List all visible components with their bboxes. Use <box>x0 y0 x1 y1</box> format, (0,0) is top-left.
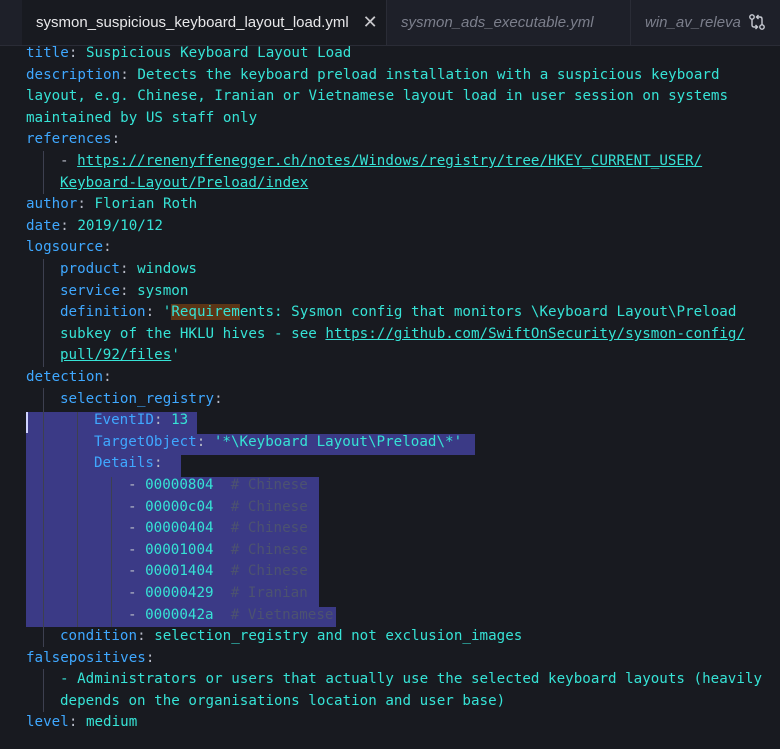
github-link[interactable]: https://github.com/SwiftOnSecurity/sysmo… <box>325 326 745 342</box>
code-line-detail-item: - 00000804 # Chinese <box>128 477 308 493</box>
code-line-targetobject: TargetObject: '*\Keyboard Layout\Preload… <box>94 434 463 450</box>
indent-guide <box>43 151 44 194</box>
indent-guide <box>43 259 44 367</box>
tab-label: sysmon_ads_executable.yml <box>401 14 594 31</box>
tab-label: win_av_releva <box>645 14 741 31</box>
code-line-detail-item: - 00001404 # Chinese <box>128 563 308 579</box>
code-line-definition-cont: subkey of the HKLU hives - see https://g… <box>60 326 745 342</box>
code-line-falsepositive-cont: depends on the organisations location an… <box>60 693 506 709</box>
code-editor[interactable]: title: Suspicious Keyboard Layout Load d… <box>0 45 780 749</box>
code-line-falsepositives: falsepositives: <box>26 650 155 666</box>
code-line-reference-link: - https://renenyffenegger.ch/notes/Windo… <box>60 153 703 169</box>
github-link[interactable]: pull/92/files <box>60 347 171 363</box>
search-match-highlight: Requirem <box>171 304 240 320</box>
code-line-author: author: Florian Roth <box>26 196 198 212</box>
tab-bar: sysmon_suspicious_keyboard_layout_load.y… <box>0 0 780 46</box>
code-line-reference-link-cont: Keyboard-Layout/Preload/index <box>60 173 308 195</box>
code-line-detail-item: - 00001004 # Chinese <box>128 542 308 558</box>
code-line-falsepositive-item: - Administrators or users that actually … <box>60 671 763 687</box>
code-line-title: title: Suspicious Keyboard Layout Load <box>26 45 352 61</box>
code-line-selection-registry: selection_registry: <box>60 391 223 407</box>
tab-sysmon-ads-executable[interactable]: sysmon_ads_executable.yml <box>387 0 630 45</box>
code-line-eventid: EventID: 13 <box>94 412 189 428</box>
code-line-detail-item: - 00000429 # Iranian <box>128 585 308 601</box>
code-line-detail-item: - 0000042a # Vietnamese <box>128 607 334 623</box>
close-icon[interactable]: ✕ <box>363 12 378 33</box>
tab-win-av-relevant[interactable]: win_av_releva <box>631 0 742 45</box>
code-line-product: product: windows <box>60 261 197 277</box>
code-line-references: references: <box>26 131 121 147</box>
tab-sysmon-suspicious-keyboard-layout-load[interactable]: sysmon_suspicious_keyboard_layout_load.y… <box>22 0 386 45</box>
indent-guide <box>43 669 44 712</box>
code-line-detail-item: - 00000404 # Chinese <box>128 520 308 536</box>
reference-link[interactable]: https://renenyffenegger.ch/notes/Windows… <box>77 153 702 169</box>
reference-link[interactable]: Keyboard-Layout/Preload/index <box>60 175 308 191</box>
compare-changes-icon[interactable] <box>746 11 768 33</box>
code-line-condition: condition: selection_registry and not ex… <box>60 628 523 644</box>
code-line-detection: detection: <box>26 369 112 385</box>
code-line-definition: definition: 'Requirements: Sysmon config… <box>60 304 737 320</box>
indent-guide <box>77 412 78 627</box>
tab-label: sysmon_suspicious_keyboard_layout_load.y… <box>36 14 349 31</box>
indent-guide <box>43 388 44 647</box>
code-line-service: service: sysmon <box>60 283 189 299</box>
code-line-description-cont: layout, e.g. Chinese, Iranian or Vietnam… <box>26 88 729 104</box>
code-line-definition-cont: pull/92/files' <box>60 347 180 363</box>
code-line-details: Details: <box>94 455 163 471</box>
code-line-date: date: 2019/10/12 <box>26 218 163 234</box>
code-line-level: level: medium <box>26 714 138 730</box>
code-line-description: description: Detects the keyboard preloa… <box>26 67 720 83</box>
text-cursor <box>26 412 28 433</box>
code-line-logsource: logsource: <box>26 239 112 255</box>
indent-guide <box>111 477 112 627</box>
code-line-description-cont: maintained by US staff only <box>26 110 258 126</box>
code-line-detail-item: - 00000c04 # Chinese <box>128 499 308 515</box>
